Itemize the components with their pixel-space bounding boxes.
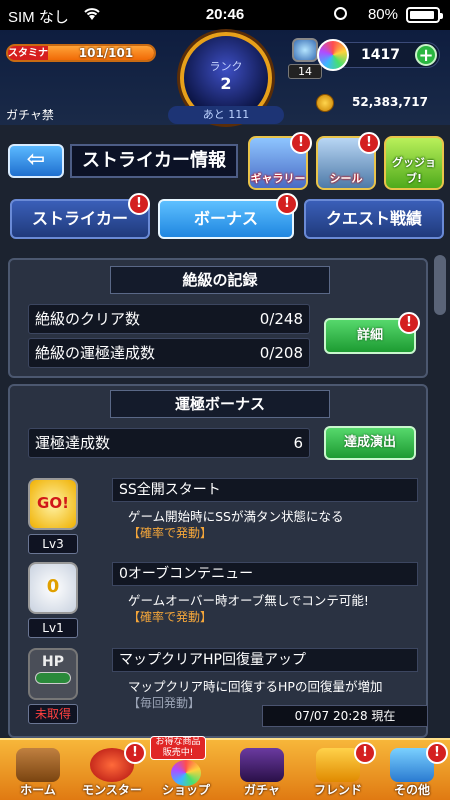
present-box-icon [292, 38, 318, 62]
orb-icon [317, 39, 349, 71]
gallery-label: ギャラリー [250, 172, 306, 185]
luck-count-label: 運極達成数 [35, 434, 111, 452]
bonus-condition: 【確率で発動】 [128, 526, 213, 540]
extreme-record-header: 絶級の記録 [110, 266, 330, 294]
battery-percent: 80% [367, 6, 398, 23]
friend-alert-icon: ! [354, 742, 376, 764]
other-alert-icon: ! [426, 742, 448, 764]
extreme-clear-value: 0/248 [259, 310, 303, 328]
extreme-luck-label: 絶級の運極達成数 [35, 344, 156, 362]
nav-home-label: ホーム [20, 783, 56, 797]
hp-bar-icon [35, 672, 71, 684]
bonus-condition: 【確率で発動】 [128, 610, 213, 624]
bonus-description: ゲームオーバー時オーブ無しでコンテ可能! [128, 593, 369, 608]
bonus-name: マップクリアHP回復量アップ [112, 648, 418, 672]
ss-start-icon: GO! [28, 478, 78, 530]
luck-count-value: 6 [293, 434, 303, 452]
hp-recovery-icon: HP [28, 648, 78, 700]
battery-icon [406, 7, 443, 23]
extreme-clear-label: 絶級のクリア数 [35, 310, 141, 328]
orb-count: 1417 [361, 47, 400, 63]
ss-start-badge: GO! [37, 494, 69, 512]
detail-alert-icon: ! [398, 312, 420, 334]
extreme-clear-row: 絶級のクリア数 0/248 [28, 304, 310, 334]
tab-striker-label: ストライカー [31, 209, 128, 228]
extreme-record-panel: 絶級の記録 絶級のクリア数 0/248 絶級の運極達成数 0/208 詳細 ! [8, 258, 428, 378]
bonus-name: SS全開スタート [112, 478, 418, 502]
scrollbar[interactable] [434, 255, 446, 315]
zero-orb-badge: 0 [46, 576, 60, 597]
nav-monster-label: モンスター [82, 783, 142, 797]
luck-bonus-panel: 運極ボーナス 運極達成数 6 達成演出 GO! Lv3 SS全開スタート ゲーム… [8, 384, 428, 738]
bottom-nav: ホーム モンスター ! ショップ お得な商品 販売中! ガチャ フレンド ! そ… [0, 736, 450, 800]
nav-friend-label: フレンド [313, 783, 362, 797]
gold-coin-icon [316, 94, 334, 112]
orientation-lock-icon [334, 7, 347, 20]
top-hud: スタミナ 101/101 ランク 2 ガチャ禁 あと 111 14 1417 +… [0, 30, 450, 125]
stamina-label: スタミナ [8, 46, 48, 60]
bonus-name: 0オーブコンテニュー [112, 562, 418, 586]
stamina-value: 101/101 [78, 46, 134, 60]
monster-alert-icon: ! [124, 742, 146, 764]
gallery-alert-icon: ! [290, 132, 312, 154]
orb-badge-count: 14 [288, 64, 322, 79]
shop-deal-badge: お得な商品 販売中! [150, 736, 206, 760]
buy-orbs-button[interactable]: + [415, 44, 437, 66]
rank-label: ランク [209, 60, 243, 73]
tab-bonus-label: ボーナス [193, 209, 258, 228]
bonus-item[interactable]: GO! Lv3 SS全開スタート ゲーム開始時にSSが満タン状態になる 【確率で… [28, 478, 420, 558]
rank-value: 2 [220, 74, 232, 93]
goods-button[interactable]: グッジョブ! [384, 136, 444, 190]
seal-alert-icon: ! [358, 132, 380, 154]
page-header: ⇦ ストライカー情報 ギャラリー ! シール ! グッジョブ! [0, 132, 450, 192]
stamina-bar[interactable]: スタミナ 101/101 [6, 44, 156, 62]
bonus-level: 未取得 [28, 704, 78, 724]
nav-gacha[interactable]: ガチャ [226, 744, 298, 800]
tab-quest-record[interactable]: クエスト戦績 [304, 199, 444, 239]
goods-label: グッジョブ! [392, 156, 436, 185]
detail-button-label: 詳細 [356, 328, 383, 343]
achievement-effect-label: 達成演出 [343, 435, 396, 450]
nav-home[interactable]: ホーム [2, 744, 74, 800]
seal-label: シール [329, 172, 363, 185]
status-bar: SIM なし 20:46 80% [0, 0, 450, 30]
bonus-description: マップクリア時に回復するHPの回復量が増加 [128, 679, 383, 694]
home-icon [16, 748, 60, 782]
page-title: ストライカー情報 [70, 144, 238, 178]
zero-orb-continue-icon: 0 [28, 562, 78, 614]
tab-striker-alert-icon: ! [128, 193, 150, 215]
gacha-icon [240, 748, 284, 782]
back-button[interactable]: ⇦ [8, 144, 64, 178]
bonus-level: Lv1 [28, 618, 78, 638]
tab-bonus-alert-icon: ! [276, 193, 298, 215]
gacha-ban-label: ガチャ禁 [6, 108, 54, 122]
nav-other-label: その他 [393, 783, 430, 797]
bonus-condition: 【毎回発動】 [128, 696, 201, 710]
luck-count-row: 運極達成数 6 [28, 428, 310, 458]
rank-remaining: あと 111 [168, 106, 284, 124]
nav-gacha-label: ガチャ [244, 783, 280, 797]
hp-recovery-badge: HP [42, 654, 64, 670]
nav-shop-label: ショップ [161, 783, 210, 797]
bonus-item[interactable]: 0 Lv1 0オーブコンテニュー ゲームオーバー時オーブ無しでコンテ可能! 【確… [28, 562, 420, 642]
bonus-level: Lv3 [28, 534, 78, 554]
achievement-effect-button[interactable]: 達成演出 [324, 426, 416, 460]
tab-bonus[interactable]: ボーナス [158, 199, 294, 239]
extreme-luck-value: 0/208 [259, 344, 303, 362]
orb-counter: 1417 + [317, 39, 440, 71]
luck-bonus-header: 運極ボーナス [110, 390, 330, 418]
bonus-description: ゲーム開始時にSSが満タン状態になる [128, 509, 344, 524]
gold-amount: 52,383,717 [352, 95, 428, 109]
tab-quest-record-label: クエスト戦績 [325, 209, 422, 228]
extreme-luck-row: 絶級の運極達成数 0/208 [28, 338, 310, 368]
timestamp: 07/07 20:28 現在 [262, 705, 428, 727]
